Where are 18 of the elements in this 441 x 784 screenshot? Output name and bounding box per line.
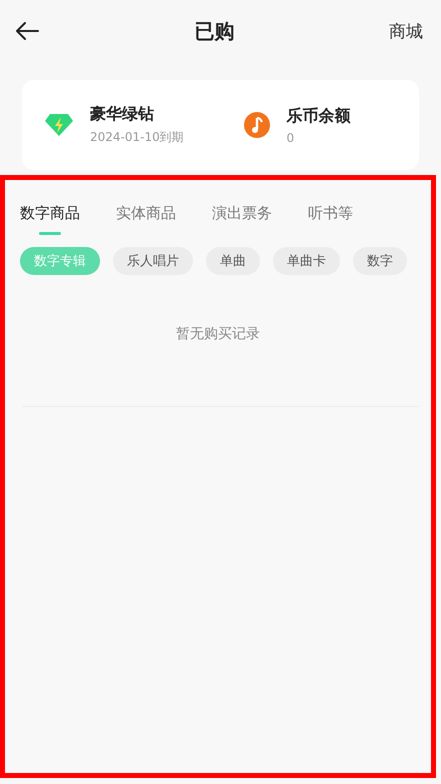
filter-chip[interactable]: 单曲卡 <box>273 247 340 275</box>
filter-chip[interactable]: 乐人唱片 <box>113 247 193 275</box>
filter-chip[interactable]: 单曲 <box>206 247 260 275</box>
diamond-icon <box>44 112 74 138</box>
category-tab[interactable]: 数字商品 <box>20 198 80 235</box>
mall-link[interactable]: 商城 <box>389 20 423 42</box>
summary-title: 豪华绿钻 <box>90 104 155 125</box>
empty-message: 暂无购买记录 <box>176 325 260 343</box>
summary-title: 乐币余额 <box>286 106 350 126</box>
back-icon[interactable] <box>14 21 40 41</box>
category-tab[interactable]: 演出票务 <box>212 198 272 235</box>
music-note-icon <box>242 111 270 139</box>
filter-chip[interactable]: 数字 <box>353 247 407 275</box>
summary-subtitle: 2024-01-10到期 <box>90 129 184 146</box>
category-tab[interactable]: 实体商品 <box>116 198 176 235</box>
summary-subtitle: 0 <box>286 130 296 144</box>
page-title: 已购 <box>194 18 234 44</box>
category-tab[interactable]: 听书等 <box>308 198 353 235</box>
